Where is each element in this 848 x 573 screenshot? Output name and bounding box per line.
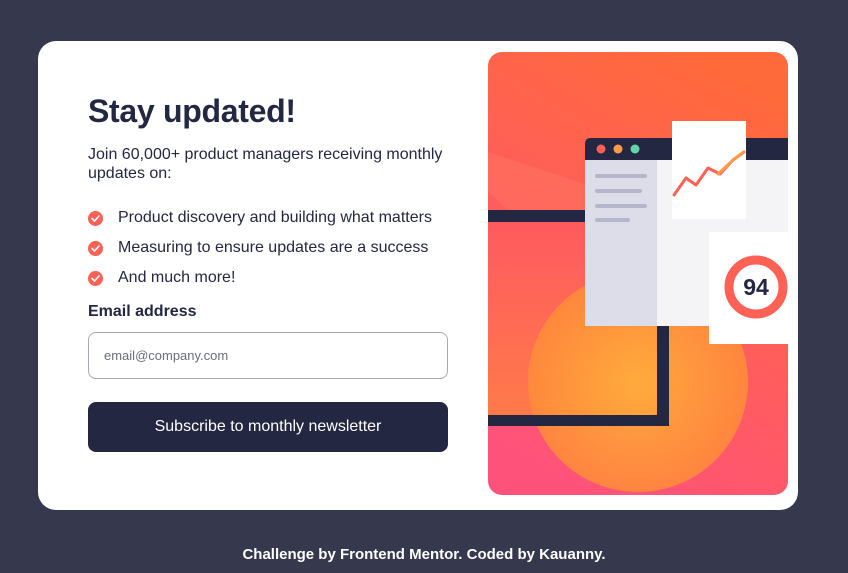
feature-label: Product discovery and building what matt…: [118, 209, 432, 226]
footer-credit: Challenge by Frontend Mentor. Coded by K…: [242, 546, 606, 563]
email-field[interactable]: [88, 332, 448, 379]
signup-card: Stay updated! Join 60,000+ product manag…: [38, 41, 798, 510]
hero-illustration: 94: [488, 52, 788, 495]
list-item: Product discovery and building what matt…: [88, 203, 432, 233]
list-item: And much more!: [88, 263, 432, 293]
feature-label: Measuring to ensure updates are a succes…: [118, 239, 429, 256]
email-label: Email address: [88, 303, 197, 320]
list-item: Measuring to ensure updates are a succes…: [88, 233, 432, 263]
page-title: Stay updated!: [88, 93, 296, 129]
feature-list: Product discovery and building what matt…: [88, 203, 432, 293]
check-icon: [88, 270, 103, 286]
intro-text: Join 60,000+ product managers receiving …: [88, 146, 443, 182]
score-value: 94: [743, 274, 769, 300]
feature-label: And much more!: [118, 269, 236, 286]
check-icon: [88, 210, 103, 226]
line-chart-icon: [672, 121, 746, 219]
subscribe-button[interactable]: Subscribe to monthly newsletter: [88, 402, 448, 452]
check-icon: [88, 240, 103, 256]
